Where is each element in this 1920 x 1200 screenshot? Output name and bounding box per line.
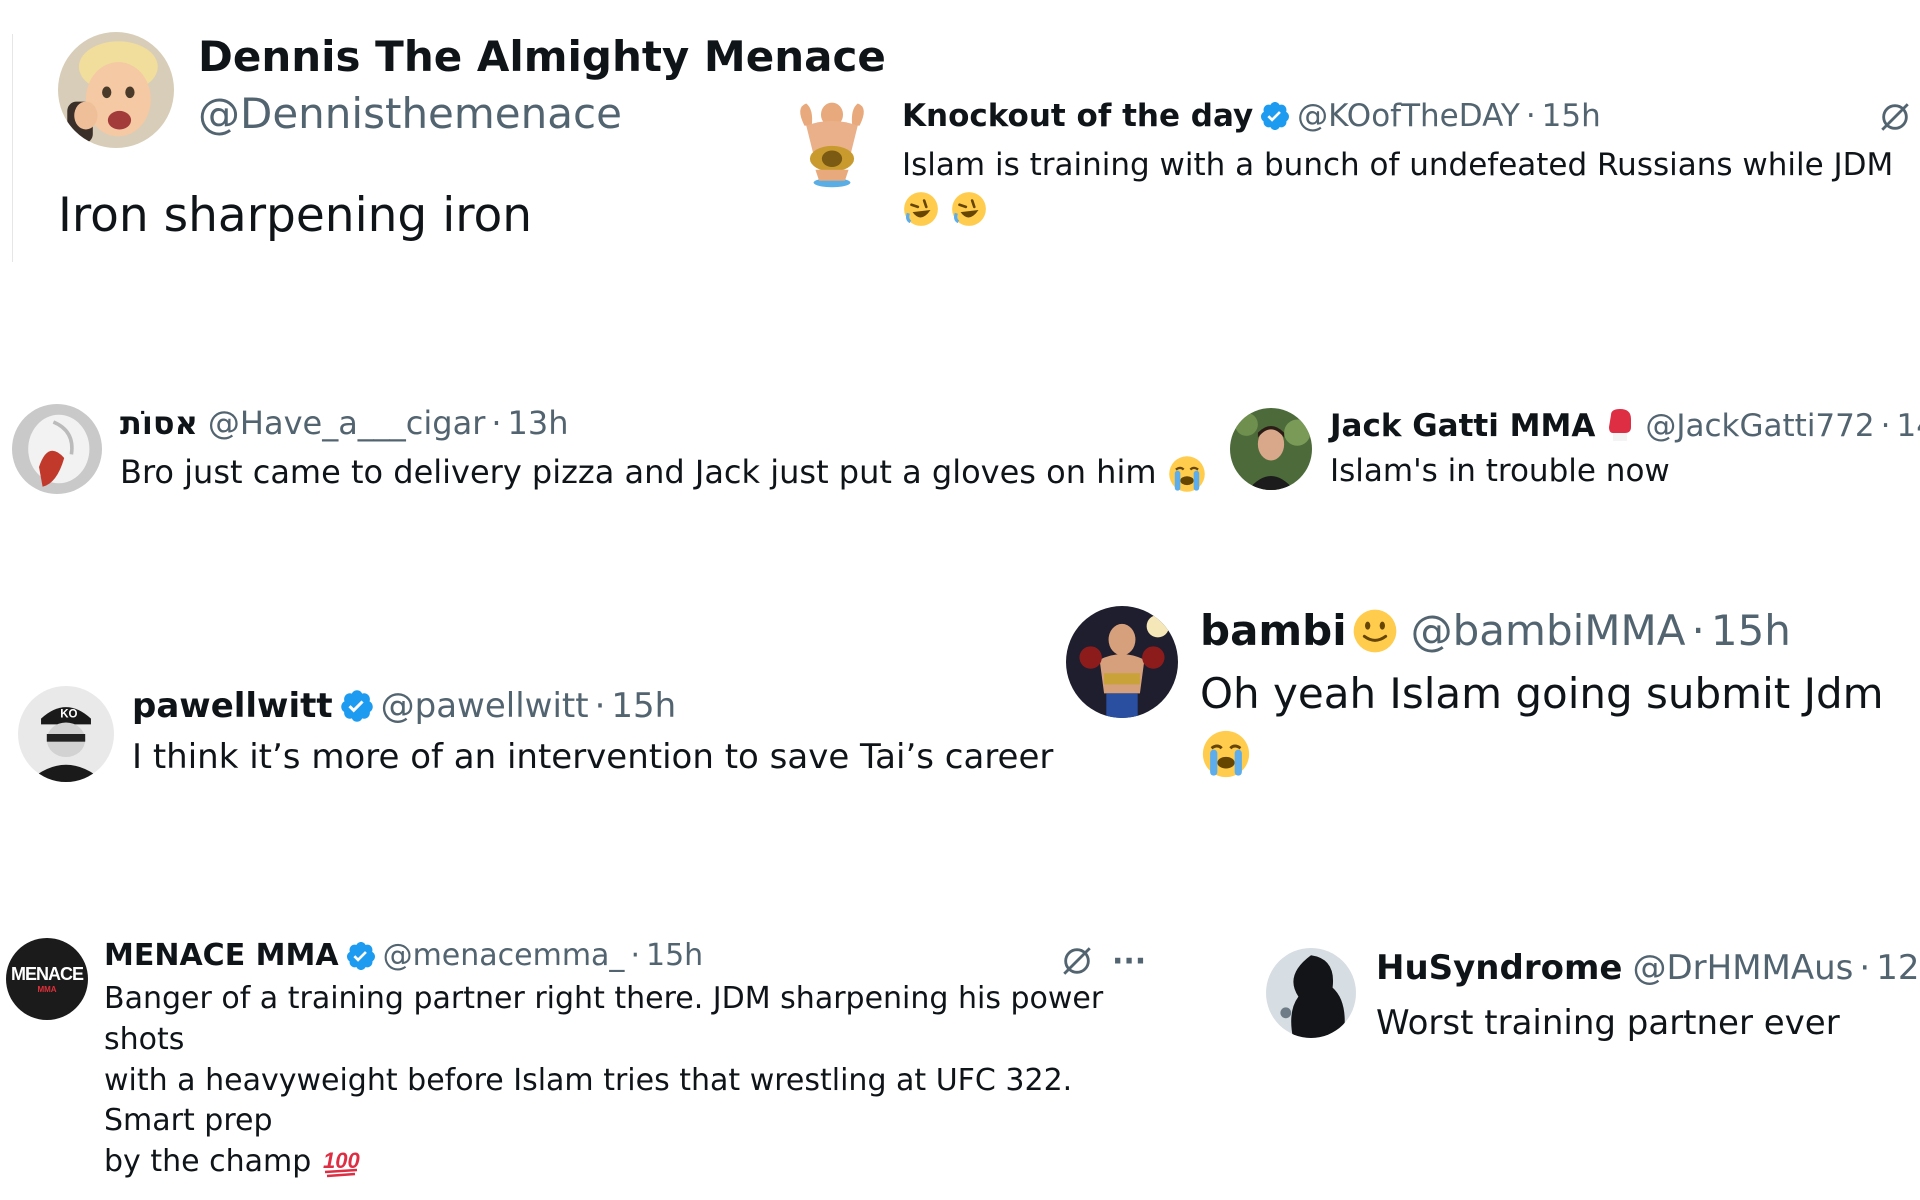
author-name[interactable]: pawellwitt xyxy=(132,686,333,726)
author-handle[interactable]: @Dennisthemenace xyxy=(198,89,886,138)
hundred-points-icon: 100 xyxy=(321,1146,361,1180)
author-handle[interactable]: @Have_a___cigar xyxy=(208,404,485,442)
svg-text:KO: KO xyxy=(60,709,77,721)
thread-divider xyxy=(12,34,13,262)
author-name[interactable]: Knockout of the day xyxy=(902,98,1253,134)
more-options-icon[interactable]: ··· xyxy=(1112,944,1146,979)
timestamp[interactable]: 14h xyxy=(1896,408,1920,444)
avatar-bambi[interactable] xyxy=(1066,606,1178,718)
separator-dot: · xyxy=(1880,408,1891,444)
author-handle[interactable]: @KOofTheDAY xyxy=(1297,98,1520,134)
flexing-champion-belt-avatar-icon xyxy=(800,102,864,188)
tweet-ko[interactable]: Knockout of the day @KOofTheDAY · 15h Is… xyxy=(786,98,1920,230)
tweet-text: I think it’s more of an intervention to … xyxy=(132,737,1054,777)
tweet-text: Iron sharpening iron xyxy=(58,188,533,243)
tweet-text-block: Banger of a training partner right there… xyxy=(104,979,1164,1183)
timestamp[interactable]: 12h xyxy=(1876,948,1920,988)
tweet-menace-mma[interactable]: MENACE MMA MENACE MMA @menacemma_ · 15h … xyxy=(6,938,1164,1183)
author-name[interactable]: bambi xyxy=(1200,606,1347,655)
timestamp[interactable]: 15h xyxy=(1711,606,1791,655)
author-handle[interactable]: @pawellwitt xyxy=(381,686,589,726)
tweet-text: Oh yeah Islam going submit Jdm xyxy=(1200,669,1884,718)
author-name[interactable]: Jack Gatti MMA xyxy=(1330,408,1595,444)
loudly-crying-face-icon xyxy=(1200,728,1252,780)
tweet-text-line-1: Banger of a training partner right there… xyxy=(104,981,1104,1057)
timestamp[interactable]: 13h xyxy=(508,404,569,442)
separator-dot: · xyxy=(1691,606,1705,655)
separator-dot: · xyxy=(594,686,606,726)
tweet-jack-gatti[interactable]: Jack Gatti MMA @JackGatti772 · 14h Islam… xyxy=(1230,408,1920,493)
silhouette-avatar-icon xyxy=(1266,948,1356,1038)
separator-dot: · xyxy=(491,404,502,442)
verified-badge-icon xyxy=(339,688,375,724)
verified-badge-icon xyxy=(1259,100,1291,132)
timestamp[interactable]: 15h xyxy=(1542,98,1601,134)
grok-icon[interactable] xyxy=(1060,944,1094,982)
avatar-husyndrome[interactable] xyxy=(1266,948,1356,1038)
rolling-on-floor-laughing-icon xyxy=(950,190,988,228)
tweet-text: Islam's in trouble now xyxy=(1330,453,1670,489)
tweet-text-line: Bro just came to delivery pizza and Jack… xyxy=(120,450,1207,494)
ko-cap-man-avatar-icon: KO xyxy=(18,686,114,782)
verified-badge-icon xyxy=(345,940,377,972)
menace-logo-text: MENACE xyxy=(10,964,84,984)
author-handle[interactable]: @DrHMMAus xyxy=(1632,948,1853,988)
slightly-smiling-face-icon xyxy=(1351,607,1399,655)
tweet-text-line-3: by the champ xyxy=(104,1144,312,1180)
boxing-glove-icon xyxy=(1605,409,1635,443)
tweet-text: Islam is training with a bunch of undefe… xyxy=(902,147,1894,183)
author-name[interactable]: Dennis The Almighty Menace xyxy=(198,32,886,81)
author-handle[interactable]: @menacemma_ xyxy=(383,938,625,973)
menace-logo-subtext: MMA xyxy=(37,985,57,994)
man-portrait-avatar-icon xyxy=(1230,408,1312,490)
tweet-text-line: Oh yeah Islam going submit Jdm xyxy=(1200,665,1920,781)
tweet-husyndrome[interactable]: HuSyndrome @DrHMMAus · 12h Worst trainin… xyxy=(1266,948,1920,1047)
author-name[interactable]: MENACE MMA xyxy=(104,938,339,973)
avatar-menace-mma[interactable]: MENACE MMA xyxy=(6,938,88,1020)
author-name[interactable]: אסוֹת xyxy=(120,404,198,442)
author-handle[interactable]: @JackGatti772 xyxy=(1645,408,1874,444)
rolling-on-floor-laughing-icon xyxy=(902,190,940,228)
avatar-ko[interactable] xyxy=(786,98,878,190)
avatar-cigar[interactable] xyxy=(12,404,102,494)
tweet-collage: Dennis The Almighty Menace @Dennisthemen… xyxy=(0,0,1920,1200)
avatar-jack-gatti[interactable] xyxy=(1230,408,1312,490)
grok-icon[interactable] xyxy=(1878,100,1912,138)
tweet-cigar[interactable]: אסוֹת @Have_a___cigar · 13h Bro just cam… xyxy=(12,404,1207,494)
boxer-champion-avatar-icon xyxy=(1066,606,1178,718)
separator-dot: · xyxy=(630,938,640,973)
timestamp[interactable]: 15h xyxy=(611,686,676,726)
author-name[interactable]: HuSyndrome xyxy=(1376,948,1622,988)
separator-dot: · xyxy=(1859,948,1871,988)
tweet-text: Bro just came to delivery pizza and Jack… xyxy=(120,453,1157,491)
tweet-bambi[interactable]: bambi @bambiMMA · 15h Oh yeah Islam goin… xyxy=(1066,606,1920,781)
avatar-pawellwitt[interactable]: KO xyxy=(18,686,114,782)
tweet-pawellwitt[interactable]: KO pawellwitt @pawellwitt · 15h I think … xyxy=(18,686,1053,782)
child-face-avatar-icon xyxy=(58,32,174,148)
author-handle[interactable]: @bambiMMA xyxy=(1411,606,1686,655)
boxing-glove-avatar-icon xyxy=(12,404,102,494)
tweet-text: Worst training partner ever xyxy=(1376,1003,1840,1043)
separator-dot: · xyxy=(1525,98,1536,134)
tweet-text-line: Islam is training with a bunch of undefe… xyxy=(902,144,1920,230)
tweet-dennis[interactable]: Dennis The Almighty Menace @Dennisthemen… xyxy=(58,32,886,148)
timestamp[interactable]: 15h xyxy=(646,938,703,973)
loudly-crying-face-icon xyxy=(1167,454,1207,494)
tweet-text-line-2: with a heavyweight before Islam tries th… xyxy=(104,1062,1073,1139)
avatar-dennis[interactable] xyxy=(58,32,174,148)
